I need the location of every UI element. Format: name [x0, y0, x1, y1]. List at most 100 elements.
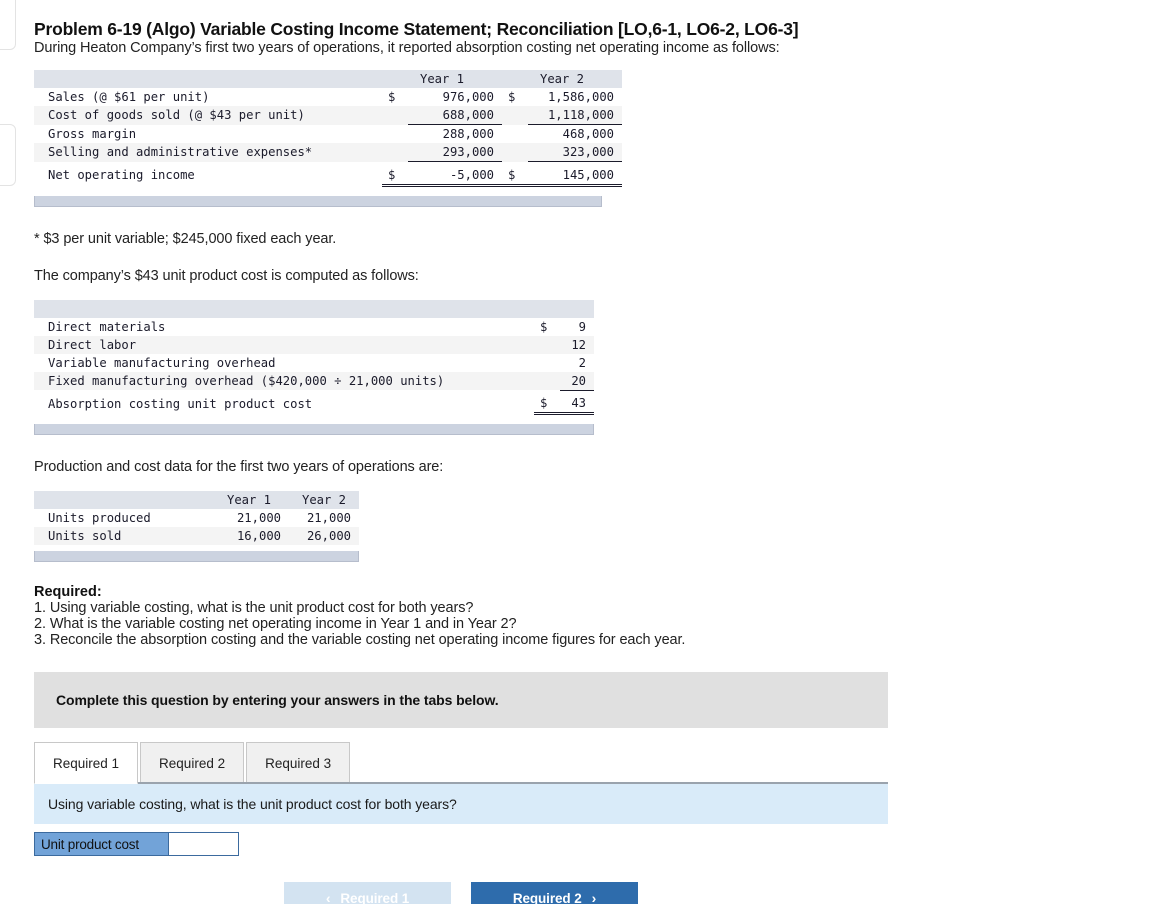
row-value-y1: 16,000 [236, 529, 281, 543]
content-container: Problem 6-19 (Algo) Variable Costing Inc… [34, 0, 1124, 904]
row-value-y1: 21,000 [236, 511, 281, 525]
chevron-right-icon: › [591, 890, 597, 904]
row-label: Direct materials [48, 319, 166, 334]
row-value-y2: 1,586,000 [547, 90, 614, 104]
row-label: Cost of goods sold (@ $43 per unit) [48, 108, 305, 123]
table-row: Absorption costing unit product cost $ 4… [34, 394, 594, 415]
navigation-buttons: ‹ Required 1 Required 2 › [34, 882, 888, 904]
row-currency-y1 [382, 106, 408, 125]
row-value-y2: 26,000 [306, 529, 351, 543]
question-prompt-text: Using variable costing, what is the unit… [48, 796, 457, 812]
row-value-y2: 1,118,000 [528, 106, 622, 125]
row-currency [534, 372, 560, 391]
production-lead-text: Production and cost data for the first t… [34, 459, 444, 475]
unit-product-cost-input[interactable] [168, 833, 238, 855]
table-header-row: Year 1 Year 2 [34, 70, 622, 88]
table-row: Units produced 21,000 21,000 [34, 509, 359, 527]
tab-label: Required 3 [265, 755, 332, 771]
required-item-3: 3. Reconcile the absorption costing and … [34, 632, 686, 648]
production-table-wrap: Year 1 Year 2 Units produced 21,000 21,0… [34, 491, 1124, 562]
production-header-blank [34, 491, 209, 509]
row-label: Net operating income [48, 168, 195, 183]
row-value-y2: 468,000 [562, 127, 614, 141]
previous-required-label: Required 1 [340, 890, 410, 904]
row-label: Variable manufacturing overhead [48, 355, 276, 370]
required-item-1: 1. Using variable costing, what is the u… [34, 600, 474, 616]
intro-paragraph: During Heaton Company’s first two years … [34, 40, 780, 56]
row-value-y2: 323,000 [528, 143, 622, 162]
row-currency-y2 [502, 106, 528, 125]
tab-label: Required 1 [53, 755, 120, 771]
left-panel-edge-bottom [0, 124, 16, 186]
previous-required-button[interactable]: ‹ Required 1 [284, 882, 451, 904]
row-value-y1: 293,000 [408, 143, 502, 162]
page-title: Problem 6-19 (Algo) Variable Costing Inc… [34, 19, 799, 39]
table-row: Sales (@ $61 per unit) $ 976,000 $ 1,586… [34, 88, 622, 106]
table-row: Cost of goods sold (@ $43 per unit) 688,… [34, 106, 622, 125]
row-value-y2: 145,000 [528, 165, 622, 187]
income-header-year2: Year 2 [539, 72, 585, 86]
income-statement-table: Year 1 Year 2 Sales (@ $61 per unit) $ 9… [34, 70, 622, 187]
next-required-label: Required 2 [512, 890, 582, 904]
tab-required-3[interactable]: Required 3 [246, 742, 351, 784]
row-value: 20 [560, 371, 594, 391]
table-row: Selling and administrative expenses* 293… [34, 143, 622, 162]
income-statement-table-wrap: Year 1 Year 2 Sales (@ $61 per unit) $ 9… [34, 70, 1124, 207]
row-value-y1: 288,000 [442, 127, 494, 141]
income-header-blank [34, 70, 382, 88]
row-label: Selling and administrative expenses* [48, 145, 313, 160]
table-footer-bar [34, 195, 602, 207]
table-header-row: Year 1 Year 2 [34, 491, 359, 509]
required-heading: Required: [34, 584, 102, 600]
row-label: Sales (@ $61 per unit) [48, 90, 210, 104]
left-panel-edge-top [0, 0, 16, 50]
row-currency-y2: $ [508, 90, 516, 104]
row-currency [534, 354, 560, 372]
table-footer-bar [34, 424, 594, 435]
table-row: Variable manufacturing overhead 2 [34, 354, 594, 372]
unit-cost-header-val [560, 300, 594, 318]
tab-required-1[interactable]: Required 1 [34, 742, 139, 784]
row-value: 2 [578, 355, 586, 370]
row-currency-y1 [382, 143, 408, 162]
complete-question-banner: Complete this question by entering your … [34, 672, 888, 728]
table-row: Direct materials $ 9 [34, 318, 594, 336]
table-row: Fixed manufacturing overhead ($420,000 ÷… [34, 371, 594, 391]
complete-question-text: Complete this question by entering your … [56, 692, 499, 708]
production-header-year1: Year 1 [226, 493, 272, 507]
row-currency-y1 [382, 125, 408, 144]
unit-cost-header-cur [534, 300, 560, 318]
table-row: Direct labor 12 [34, 335, 594, 354]
page-root: Problem 6-19 (Algo) Variable Costing Inc… [0, 0, 1156, 904]
answer-row: Unit product cost [34, 832, 239, 856]
tab-required-2[interactable]: Required 2 [140, 742, 245, 784]
row-label: Fixed manufacturing overhead ($420,000 ÷… [48, 373, 445, 388]
production-table: Year 1 Year 2 Units produced 21,000 21,0… [34, 491, 359, 545]
requirement-tabs: Required 1 Required 2 Required 3 [34, 742, 1124, 784]
row-label: Direct labor [48, 337, 137, 352]
row-label: Absorption costing unit product cost [48, 396, 313, 411]
required-block: Required: 1. Using variable costing, wha… [34, 584, 1124, 648]
table-row: Net operating income $ -5,000 $ 145,000 [34, 165, 622, 187]
row-value: 43 [560, 394, 594, 415]
table-row: Gross margin 288,000 468,000 [34, 125, 622, 144]
table-footer-bar [34, 551, 359, 562]
row-currency-y1: $ [382, 165, 408, 187]
production-header-year2: Year 2 [301, 493, 347, 507]
row-currency [534, 336, 560, 354]
required-item-2: 2. What is the variable costing net oper… [34, 616, 517, 632]
unit-cost-header-blank [34, 300, 534, 318]
row-value-y1: 688,000 [408, 106, 502, 125]
row-currency: $ [540, 319, 548, 334]
next-required-button[interactable]: Required 2 › [471, 882, 638, 904]
footnote-text: * $3 per unit variable; $245,000 fixed e… [34, 230, 337, 247]
row-currency-y1: $ [388, 90, 396, 104]
row-currency-y2 [502, 143, 528, 162]
question-prompt-bar: Using variable costing, what is the unit… [34, 784, 888, 824]
chevron-left-icon: ‹ [325, 890, 331, 904]
row-currency-y2 [502, 125, 528, 144]
unit-cost-lead-text: The company’s $43 unit product cost is c… [34, 267, 419, 284]
table-row: Units sold 16,000 26,000 [34, 527, 359, 545]
row-label: Units produced [48, 511, 151, 525]
row-label: Gross margin [48, 126, 137, 141]
